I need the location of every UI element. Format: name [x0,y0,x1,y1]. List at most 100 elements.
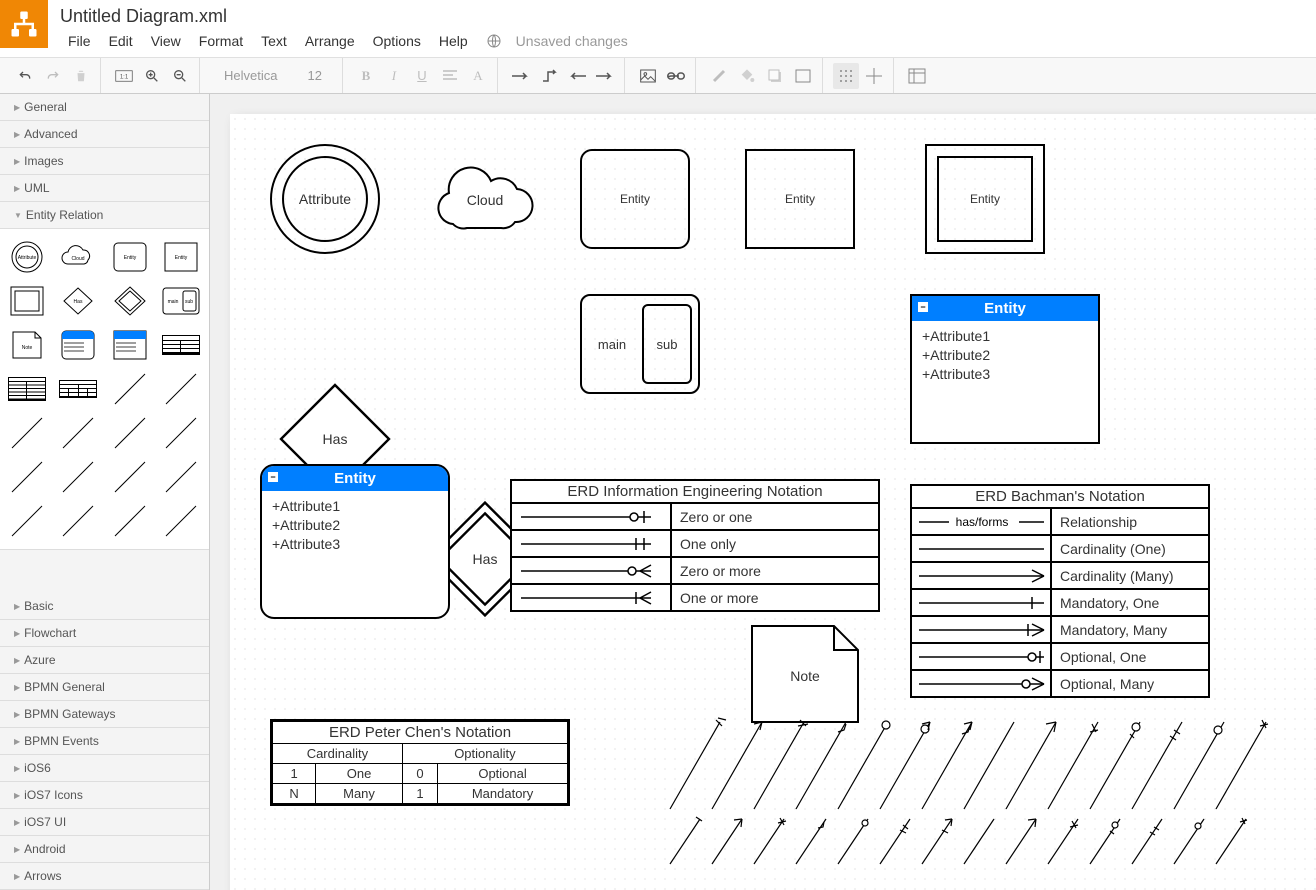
font-name[interactable]: Helvetica [210,68,291,83]
palette-general[interactable]: ▶General [0,94,209,121]
thumb-entity-table[interactable] [107,325,153,365]
thumb-line-6[interactable] [158,413,204,453]
thumb-line-3[interactable] [4,413,50,453]
shape-attribute[interactable]: Attribute [270,144,380,254]
thumb-line-13[interactable] [107,501,153,541]
palette-uml[interactable]: ▶UML [0,175,209,202]
thumb-line-7[interactable] [4,457,50,497]
arrow-start-icon[interactable] [564,63,590,89]
grid-dots-icon[interactable] [833,63,859,89]
underline-icon[interactable]: U [409,63,435,89]
font-size[interactable]: 12 [293,68,335,83]
thumb-has-diamond[interactable]: Has [55,281,101,321]
shape-entity-table-rounded[interactable]: −Entity +Attribute1 +Attribute2 +Attribu… [260,464,450,619]
palette-ios7-ui[interactable]: ▶iOS7 UI [0,809,209,836]
bold-icon[interactable]: B [353,63,379,89]
palette-arrows[interactable]: ▶Arrows [0,863,209,890]
zoom-in-icon[interactable] [139,63,165,89]
waypoint-icon[interactable] [536,63,562,89]
delete-icon[interactable] [68,63,94,89]
menu-view[interactable]: View [143,31,189,51]
arrow-end-icon[interactable] [592,63,618,89]
guides-icon[interactable] [861,63,887,89]
menu-file[interactable]: File [60,31,99,51]
shape-entity-rounded[interactable]: Entity [580,149,690,249]
thumb-erd-bachman[interactable] [4,369,50,409]
menu-options[interactable]: Options [365,31,429,51]
redo-icon[interactable] [40,63,66,89]
thumb-entity-table-round[interactable] [55,325,101,365]
shape-entity-double[interactable]: Entity [925,144,1045,254]
zoom-out-icon[interactable] [167,63,193,89]
thumb-note[interactable]: Note [4,325,50,365]
palette-bpmn-gateways[interactable]: ▶BPMN Gateways [0,701,209,728]
doc-title[interactable]: Untitled Diagram.xml [60,6,227,27]
thumb-line-2[interactable] [158,369,204,409]
thumb-line-1[interactable] [107,369,153,409]
thumb-line-14[interactable] [158,501,204,541]
globe-icon[interactable] [486,33,502,49]
thumb-line-10[interactable] [158,457,204,497]
shape-entity-table[interactable]: −Entity +Attribute1 +Attribute2 +Attribu… [910,294,1100,444]
layout-icon[interactable] [904,63,930,89]
shape-entity-square[interactable]: Entity [745,149,855,249]
table-erd-bachman[interactable]: ERD Bachman's Notation has/formsRelation… [910,484,1210,698]
canvas-area[interactable]: Attribute Cloud Entity Entity Entity Has… [210,94,1316,890]
app-logo[interactable] [0,0,48,48]
menu-help[interactable]: Help [431,31,476,51]
shape-cloud[interactable]: Cloud [425,154,545,244]
canvas[interactable]: Attribute Cloud Entity Entity Entity Has… [230,114,1316,890]
svg-text:Has: Has [74,299,83,305]
thumb-line-12[interactable] [55,501,101,541]
shape-note[interactable]: Note [750,624,860,724]
thumb-entity-square[interactable]: Entity [158,237,204,277]
thumb-line-8[interactable] [55,457,101,497]
line-color-icon[interactable] [706,63,732,89]
table-erd-chen[interactable]: ERD Peter Chen's Notation CardinalityOpt… [270,719,570,806]
shape-none-icon[interactable] [790,63,816,89]
palette-android[interactable]: ▶Android [0,836,209,863]
palette-bpmn-events[interactable]: ▶BPMN Events [0,728,209,755]
menu-edit[interactable]: Edit [101,31,141,51]
connector-straight-icon[interactable] [508,63,534,89]
thumb-has-diamond-double[interactable] [107,281,153,321]
palette-ios6[interactable]: ▶iOS6 [0,755,209,782]
menu-text[interactable]: Text [253,31,295,51]
link-icon[interactable] [663,63,689,89]
palette-basic[interactable]: ▶Basic [0,593,209,620]
thumb-mainsub[interactable]: mainsub [158,281,204,321]
font-color-icon[interactable]: A [465,63,491,89]
palette-images[interactable]: ▶Images [0,148,209,175]
shadow-icon[interactable] [762,63,788,89]
svg-text:sub: sub [185,299,193,305]
svg-text:has/forms: has/forms [955,515,1008,529]
thumb-attribute[interactable]: Attribute [4,237,50,277]
table-erd-ie[interactable]: ERD Information Engineering Notation Zer… [510,479,880,612]
thumb-cloud[interactable]: Cloud [55,237,101,277]
palette-ios7-icons[interactable]: ▶iOS7 Icons [0,782,209,809]
menu-arrange[interactable]: Arrange [297,31,363,51]
palette-entity-relation[interactable]: ▼Entity Relation [0,202,209,229]
palette-bpmn-general[interactable]: ▶BPMN General [0,674,209,701]
thumb-entity-double[interactable] [4,281,50,321]
fill-color-icon[interactable] [734,63,760,89]
shape-mainsub[interactable]: main sub [580,294,700,394]
menu-format[interactable]: Format [191,31,251,51]
palette-azure[interactable]: ▶Azure [0,647,209,674]
zoom-reset-icon[interactable]: 1:1 [111,63,137,89]
align-icon[interactable] [437,63,463,89]
thumb-chen[interactable] [55,369,101,409]
undo-icon[interactable] [12,63,38,89]
thumb-line-9[interactable] [107,457,153,497]
thumb-entity-round[interactable]: Entity [107,237,153,277]
thumb-line-4[interactable] [55,413,101,453]
palette-advanced[interactable]: ▶Advanced [0,121,209,148]
palette-flowchart[interactable]: ▶Flowchart [0,620,209,647]
menubar: File Edit View Format Text Arrange Optio… [60,28,1316,54]
thumb-line-5[interactable] [107,413,153,453]
image-icon[interactable] [635,63,661,89]
thumb-erd-ie[interactable] [158,325,204,365]
italic-icon[interactable]: I [381,63,407,89]
thumb-line-11[interactable] [4,501,50,541]
connector-samples-bottom[interactable] [660,814,1300,874]
